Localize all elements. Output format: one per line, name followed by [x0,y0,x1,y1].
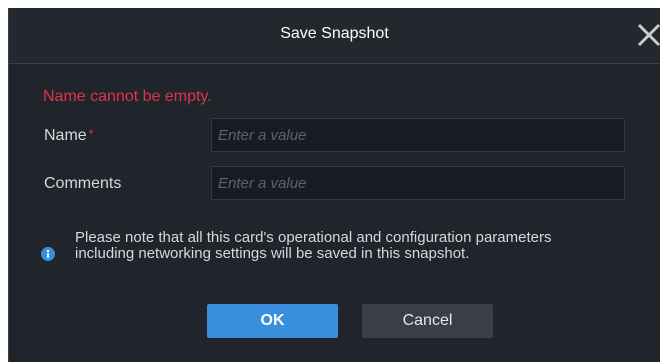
name-label-text: Name [44,127,87,144]
close-button[interactable] [636,22,660,48]
name-label: Name * [44,127,93,145]
dialog-title: Save Snapshot [280,25,389,42]
name-input[interactable] [211,118,625,152]
required-marker: * [88,127,94,141]
comments-label: Comments [44,175,122,192]
snapshot-note: Please note that all this card's operati… [75,229,552,262]
error-message: Name cannot be empty. [43,88,212,105]
cancel-button[interactable]: Cancel [362,304,493,338]
ok-button[interactable]: OK [207,304,338,338]
dialog-titlebar: Save Snapshot [9,8,660,64]
info-icon [41,247,55,261]
save-snapshot-dialog: Save Snapshot Name cannot be empty. Name… [8,8,660,362]
close-icon [637,23,660,47]
comments-input[interactable] [211,166,625,200]
